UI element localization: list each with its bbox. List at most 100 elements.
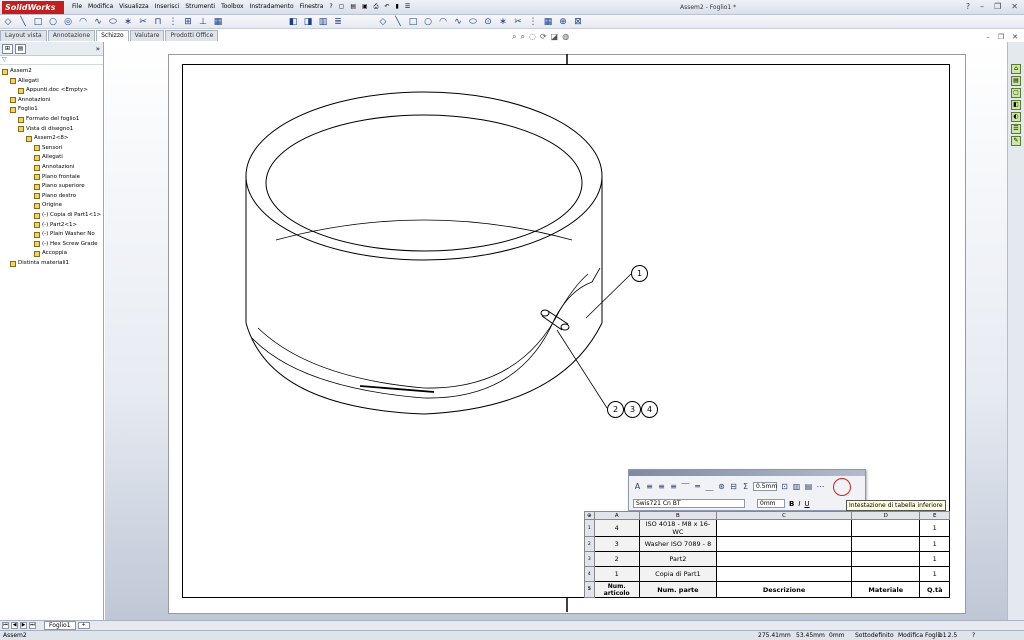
part-number-cell[interactable]: ISO 4018 - M8 x 16-WC: [638, 519, 718, 537]
col-letter-e[interactable]: E: [919, 511, 950, 520]
menu-file[interactable]: File: [72, 3, 82, 11]
trim-icon[interactable]: ✂: [138, 17, 148, 27]
font-select[interactable]: Swis721 Cn BT: [633, 499, 745, 508]
row-index[interactable]: 1: [584, 519, 595, 537]
align-top-icon[interactable]: ⎺: [681, 482, 690, 491]
border-width-field[interactable]: 0.5mm: [753, 482, 777, 491]
offset-icon[interactable]: ⊓: [153, 17, 163, 27]
section-view-icon[interactable]: ▥: [318, 17, 328, 27]
underline-button[interactable]: U: [804, 500, 809, 508]
centerpoint-icon[interactable]: ⊙: [483, 17, 493, 27]
circle-icon-2[interactable]: ○: [423, 17, 433, 27]
print-icon[interactable]: ⎙: [374, 3, 379, 11]
design-library-icon[interactable]: ▤: [1011, 76, 1021, 86]
property-manager-tab-icon[interactable]: ▤: [15, 43, 26, 54]
table-row[interactable]: 4 1 Copia di Part1 1: [584, 566, 950, 582]
tree-item[interactable]: Piano superiore: [34, 182, 85, 191]
balloon-1[interactable]: 1: [631, 265, 648, 282]
description-cell[interactable]: [716, 551, 853, 567]
custom-properties-icon[interactable]: ☰: [1011, 124, 1021, 134]
open-icon[interactable]: ▤: [350, 3, 356, 11]
rectangle-icon[interactable]: □: [33, 17, 43, 27]
tree-item[interactable]: Foglio1: [10, 105, 38, 114]
collapse-panel-icon[interactable]: »: [96, 45, 100, 53]
sheet-tab-foglio1[interactable]: Foglio1: [44, 621, 76, 630]
relations-icon[interactable]: ⊥: [198, 17, 208, 27]
part-number-cell[interactable]: Copia di Part1: [638, 566, 718, 582]
undo-icon[interactable]: ↶: [384, 3, 389, 11]
balloon-3[interactable]: 3: [624, 401, 641, 418]
trim-icon-2[interactable]: ✂: [513, 17, 523, 27]
table-row[interactable]: 1 4 ISO 4018 - M8 x 16-WC 1: [584, 519, 950, 537]
bill-of-materials-table[interactable]: ⊕ A B C D E 1 4 ISO 4018 - M8 x 16-WC 1 …: [584, 511, 950, 598]
header-item-number[interactable]: Num. articolo: [593, 581, 640, 598]
point-icon-2[interactable]: ∗: [498, 17, 508, 27]
first-sheet-icon[interactable]: ⏮: [2, 622, 9, 629]
header-description[interactable]: Descrizione: [716, 581, 853, 598]
tree-item[interactable]: Accoppia: [34, 249, 67, 258]
menu-strumenti[interactable]: Strumenti: [185, 3, 215, 11]
tree-item[interactable]: Assem2: [2, 67, 32, 76]
tab-annotazione[interactable]: Annotazione: [47, 30, 96, 41]
quick-snaps-icon[interactable]: ⊠: [573, 17, 583, 27]
align-middle-icon[interactable]: ═: [693, 482, 702, 491]
tree-item[interactable]: Appunti.doc <Empty>: [18, 86, 88, 95]
minimize-icon[interactable]: –: [980, 2, 984, 11]
corner-cell[interactable]: ⊕: [584, 511, 595, 520]
doc-minimize-icon[interactable]: –: [986, 33, 990, 41]
pattern-icon[interactable]: ⊞: [183, 17, 193, 27]
tree-item[interactable]: Annotazioni: [10, 96, 50, 105]
point-icon[interactable]: ∗: [123, 17, 133, 27]
resources-icon[interactable]: ⌂: [1011, 64, 1021, 74]
rebuild-icon[interactable]: ▮: [396, 3, 399, 11]
tree-item[interactable]: Annotazioni: [34, 163, 74, 172]
arc-icon-2[interactable]: ◠: [438, 17, 448, 27]
table-header-row[interactable]: 5 Num. articolo Num. parte Descrizione M…: [584, 581, 950, 598]
mirror-icon-2[interactable]: ⋮: [528, 17, 538, 27]
doc-close-icon[interactable]: ✕: [1012, 33, 1018, 41]
balloon-2[interactable]: 2: [607, 401, 624, 418]
row-index[interactable]: 2: [584, 536, 595, 552]
zoom-area-icon[interactable]: ⌕: [520, 32, 524, 42]
feature-tree-tab-icon[interactable]: ⊞: [2, 43, 13, 54]
row-index[interactable]: 5: [584, 581, 595, 598]
table-header-bottom-icon[interactable]: ▤: [804, 482, 813, 491]
last-sheet-icon[interactable]: ⏭: [29, 622, 36, 629]
header-quantity[interactable]: Q.tà: [919, 581, 950, 598]
item-number-cell[interactable]: 1: [593, 566, 640, 582]
row-index[interactable]: 3: [584, 551, 595, 567]
balloon-4[interactable]: 4: [641, 401, 658, 418]
appearances-icon[interactable]: ◐: [1011, 112, 1021, 122]
part-number-cell[interactable]: Washer ISO 7089 - 8: [638, 536, 718, 552]
spline-icon[interactable]: ∿: [93, 17, 103, 27]
menu-help[interactable]: ?: [329, 3, 332, 11]
new-document-icon[interactable]: ▢: [339, 3, 345, 11]
mirror-icon[interactable]: ⋮: [168, 17, 178, 27]
tree-item[interactable]: Piano destro: [34, 192, 76, 201]
tree-item[interactable]: (-) Copia di Part1<1>: [34, 211, 101, 220]
table-row[interactable]: 2 3 Washer ISO 7089 - 8 1: [584, 536, 950, 552]
tab-prodotti-office[interactable]: Prodotti Office: [165, 30, 219, 41]
line-icon-2[interactable]: ╲: [393, 17, 403, 27]
ellipse-icon-2[interactable]: ⬭: [468, 17, 478, 27]
description-cell[interactable]: [716, 519, 853, 537]
tree-item[interactable]: (-) Plain Washer No: [34, 230, 95, 239]
cell-spacing-field[interactable]: 0mm: [757, 499, 785, 508]
previous-view-icon[interactable]: ◌: [529, 32, 536, 42]
file-explorer-icon[interactable]: ▢: [1011, 88, 1021, 98]
circle-perimeter-icon[interactable]: ◎: [63, 17, 73, 27]
item-number-cell[interactable]: 4: [593, 519, 640, 537]
doc-restore-icon[interactable]: ❐: [998, 33, 1004, 41]
quantity-cell[interactable]: 1: [919, 551, 950, 567]
tree-item[interactable]: Vista di disegno1: [18, 125, 73, 134]
menu-instradamento[interactable]: Instradamento: [250, 3, 294, 11]
quantity-cell[interactable]: 1: [919, 519, 950, 537]
view-palette-icon[interactable]: ◧: [1011, 100, 1021, 110]
tree-filter-icon[interactable]: ▽: [0, 56, 103, 65]
menu-inserisci[interactable]: Inserisci: [155, 3, 180, 11]
view-cube-icon[interactable]: ◧: [288, 17, 298, 27]
grid-icon-2[interactable]: ▦: [543, 17, 553, 27]
table-row[interactable]: 3 2 Part2 1: [584, 551, 950, 567]
item-number-cell[interactable]: 3: [593, 536, 640, 552]
menu-modifica[interactable]: Modifica: [88, 3, 113, 11]
